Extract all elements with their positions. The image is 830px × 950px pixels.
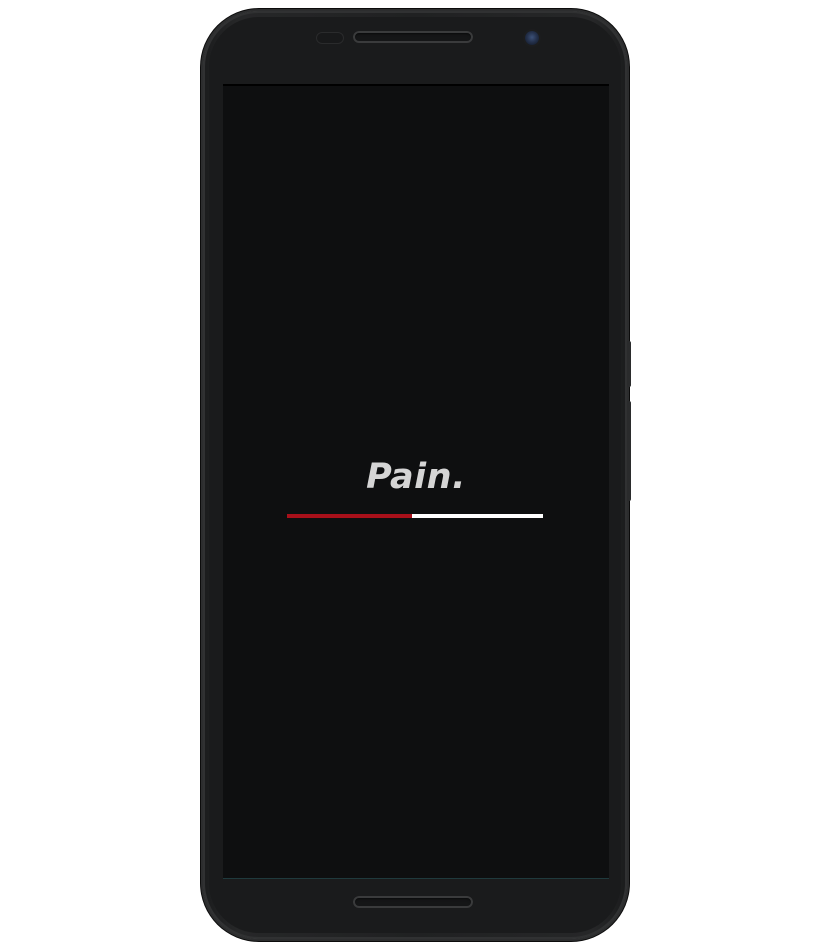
app-screen: Pain. — [223, 84, 609, 879]
volume-button — [627, 401, 631, 501]
proximity-sensor — [316, 32, 344, 44]
bottom-speaker — [353, 896, 473, 908]
loading-progress-bar — [287, 514, 543, 518]
power-button — [627, 341, 631, 387]
splash-screen: Pain. — [223, 86, 609, 878]
earpiece-speaker — [353, 31, 473, 43]
loading-progress-fill — [287, 514, 413, 518]
phone-frame: Pain. — [203, 11, 631, 939]
stage: Pain. — [0, 0, 830, 950]
app-logo-text: Pain. — [366, 457, 466, 497]
front-camera — [525, 31, 539, 45]
